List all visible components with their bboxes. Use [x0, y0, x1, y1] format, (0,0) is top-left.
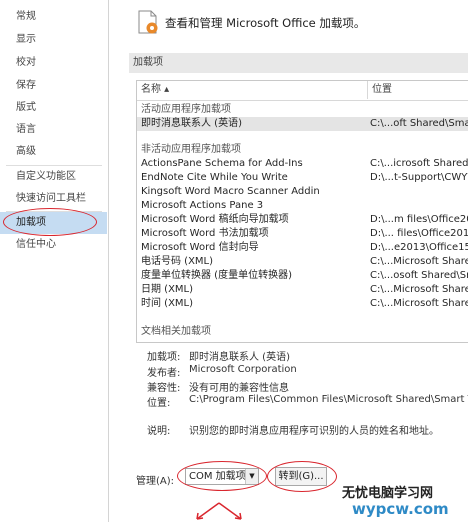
addin-name: 即时消息联系人 (英语) [141, 118, 242, 129]
addin-location: C:\...Microsoft Shared [370, 256, 468, 267]
addin-location: D:\...t-Support\CWYW [370, 172, 468, 183]
group-title: 非活动应用程序加载项 [141, 144, 241, 155]
list-item[interactable]: 电话号码 (XML) C:\...Microsoft Shared [137, 255, 468, 269]
sidebar-item-advanced[interactable]: 高级 [0, 141, 107, 163]
detail-desc-label: 说明: [147, 426, 171, 437]
detail-desc-value: 识别您的即时消息应用程序可识别的人员的姓名和地址。 [189, 426, 439, 437]
annotation-circle [3, 208, 97, 236]
watermark-url: wypcw.com [352, 500, 449, 518]
group-header-document: 文档相关加载项 [137, 325, 468, 339]
list-item[interactable]: Microsoft Word 书法加载项 D:\... files\Office… [137, 227, 468, 241]
page-title: 查看和管理 Microsoft Office 加载项。 [165, 16, 366, 30]
list-item[interactable]: 度量单位转换器 (度量单位转换器) C:\...osoft Shared\Sm [137, 269, 468, 283]
detail-location-label: 位置: [147, 398, 171, 409]
detail-compat-label: 兼容性: [147, 383, 181, 394]
watermark-title: 无忧电脑学习网 [342, 486, 434, 501]
addin-name: ActionsPane Schema for Add-Ins [141, 158, 303, 169]
column-header-location[interactable]: 位置 [367, 81, 468, 99]
detail-addin-value: 即时消息联系人 (英语) [189, 352, 290, 363]
addin-name: Kingsoft Word Macro Scanner Addin [141, 186, 320, 197]
detail-publisher-label: 发布者: [147, 368, 181, 379]
group-header-active: 活动应用程序加载项 [137, 103, 468, 117]
sidebar-item-proofing[interactable]: 校对 [0, 52, 107, 74]
addin-location: C:\...oft Shared\Smart [370, 118, 468, 129]
addin-name: 电话号码 (XML) [141, 256, 214, 267]
list-item[interactable]: Kingsoft Word Macro Scanner Addin [137, 185, 468, 199]
addin-name: 度量单位转换器 (度量单位转换器) [141, 270, 292, 281]
addin-location: D:\... files\Office2013 [370, 228, 468, 239]
section-title-addins: 加载项 [129, 53, 468, 73]
column-header-name[interactable]: 名称 ▴ [141, 81, 367, 99]
addin-location: D:\...m files\Office201 [370, 214, 468, 225]
list-item[interactable]: EndNote Cite While You Write D:\...t-Sup… [137, 171, 468, 185]
detail-addin-label: 加载项: [147, 352, 181, 363]
addin-name: Microsoft Actions Pane 3 [141, 200, 264, 211]
addin-location: C:\...icrosoft Shared\ [370, 158, 468, 169]
sidebar-item-trust-center[interactable]: 信任中心 [0, 234, 107, 256]
list-item[interactable]: Microsoft Word 信封向导 D:\...e2013\Office15… [137, 241, 468, 255]
sidebar-item-language[interactable]: 语言 [0, 119, 107, 141]
detail-compat-value: 没有可用的兼容性信息 [189, 383, 289, 394]
list-item[interactable]: Microsoft Actions Pane 3 [137, 199, 468, 213]
addin-name: Microsoft Word 书法加载项 [141, 228, 269, 239]
sidebar-item-save[interactable]: 保存 [0, 75, 107, 97]
annotation-circle [267, 461, 337, 492]
sidebar-item-general[interactable]: 常规 [0, 6, 107, 28]
list-item[interactable]: ActionsPane Schema for Add-Ins C:\...icr… [137, 157, 468, 171]
sidebar-item-customize-ribbon[interactable]: 自定义功能区 [0, 166, 107, 188]
list-item[interactable]: Microsoft Word 稿纸向导加载项 D:\...m files\Off… [137, 213, 468, 227]
sidebar-item-layout[interactable]: 版式 [0, 97, 107, 119]
group-title: 活动应用程序加载项 [141, 104, 231, 115]
addin-name: 日期 (XML) [141, 284, 194, 295]
group-header-inactive: 非活动应用程序加载项 [137, 143, 468, 157]
addin-name: Microsoft Word 稿纸向导加载项 [141, 214, 289, 225]
options-sidebar: 常规 显示 校对 保存 版式 语言 高级 自定义功能区 快速访问工具栏 加载项 … [0, 0, 109, 522]
addin-location: C:\...osoft Shared\Sm [370, 270, 468, 281]
list-item[interactable]: 即时消息联系人 (英语) C:\...oft Shared\Smart [137, 117, 468, 131]
list-item[interactable]: 日期 (XML) C:\...Microsoft Shared [137, 283, 468, 297]
addin-name: Microsoft Word 信封向导 [141, 242, 259, 253]
addins-gear-icon [138, 10, 158, 34]
addin-name: 时间 (XML) [141, 298, 194, 309]
detail-location-value: C:\Program Files\Common Files\Microsoft … [189, 394, 468, 405]
header-divider [137, 100, 468, 101]
addin-location: C:\...Microsoft Shared [370, 298, 468, 309]
detail-publisher-value: Microsoft Corporation [189, 364, 297, 375]
list-item[interactable]: 时间 (XML) C:\...Microsoft Shared [137, 297, 468, 311]
addin-name: EndNote Cite While You Write [141, 172, 288, 183]
manage-label: 管理(A): [136, 476, 175, 487]
addins-panel: 查看和管理 Microsoft Office 加载项。 加载项 名称 ▴ 位置 … [109, 0, 468, 522]
sidebar-item-quick-access-toolbar[interactable]: 快速访问工具栏 [0, 188, 107, 210]
addins-list[interactable]: 名称 ▴ 位置 活动应用程序加载项 即时消息联系人 (英语) C:\...oft… [136, 80, 468, 343]
annotation-arrows-icon [196, 502, 242, 520]
addin-location: D:\...e2013\Office15\ [370, 242, 468, 253]
sidebar-item-display[interactable]: 显示 [0, 29, 107, 51]
addin-location: C:\...Microsoft Shared [370, 284, 468, 295]
annotation-circle [177, 461, 267, 491]
group-title: 文档相关加载项 [141, 326, 211, 337]
